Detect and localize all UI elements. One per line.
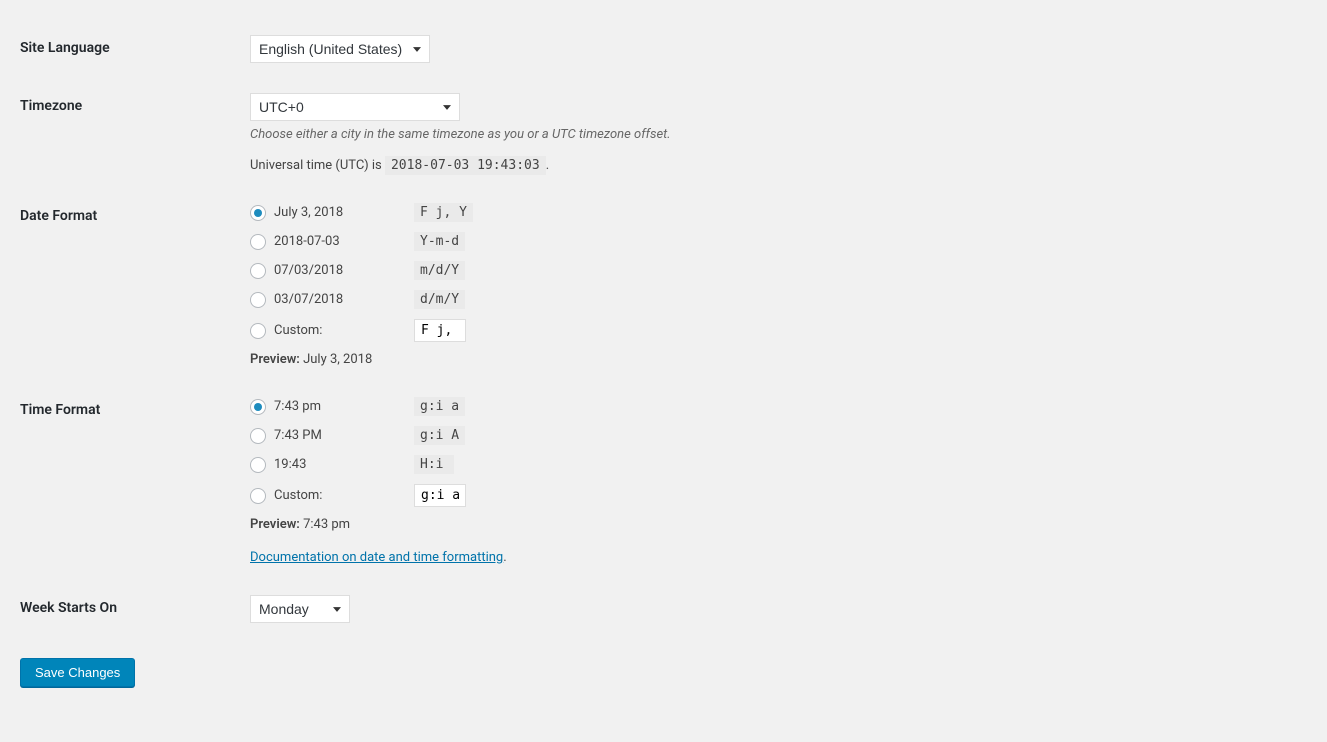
date-format-radio-1[interactable] <box>250 234 266 250</box>
site-language-label: Site Language <box>20 20 240 78</box>
date-format-code-3: d/m/Y <box>414 290 465 309</box>
time-format-code-0: g:i a <box>414 397 465 416</box>
time-format-example-0: 7:43 pm <box>274 399 414 414</box>
date-format-option-custom[interactable]: Custom: <box>250 319 1297 342</box>
save-changes-button[interactable]: Save Changes <box>20 658 135 687</box>
date-format-radio-custom[interactable] <box>250 323 266 339</box>
date-format-code-0: F j, Y <box>414 203 473 222</box>
week-starts-label: Week Starts On <box>20 580 240 638</box>
date-format-code-1: Y-m-d <box>414 232 465 251</box>
time-format-custom-label: Custom: <box>274 488 414 503</box>
settings-form-table: Site Language English (United States) Ti… <box>20 20 1307 638</box>
week-starts-select[interactable]: Monday <box>250 595 350 623</box>
date-format-label: Date Format <box>20 188 240 382</box>
time-format-radio-1[interactable] <box>250 428 266 444</box>
date-format-example-0: July 3, 2018 <box>274 205 414 220</box>
time-format-custom-input[interactable] <box>414 484 466 507</box>
utc-time-code: 2018-07-03 19:43:03 <box>385 156 546 175</box>
time-format-example-2: 19:43 <box>274 457 414 472</box>
time-format-code-2: H:i <box>414 455 454 474</box>
site-language-select[interactable]: English (United States) <box>250 35 430 63</box>
time-format-radio-0[interactable] <box>250 399 266 415</box>
time-format-option-1[interactable]: 7:43 PM g:i A <box>250 426 1297 445</box>
time-format-option-custom[interactable]: Custom: <box>250 484 1297 507</box>
date-format-custom-input[interactable] <box>414 319 466 342</box>
timezone-select[interactable]: UTC+0 <box>250 93 460 121</box>
date-format-code-2: m/d/Y <box>414 261 465 280</box>
time-format-option-2[interactable]: 19:43 H:i <box>250 455 1297 474</box>
submit-row: Save Changes <box>20 658 1307 687</box>
date-format-radio-3[interactable] <box>250 292 266 308</box>
time-format-option-0[interactable]: 7:43 pm g:i a <box>250 397 1297 416</box>
time-format-example-1: 7:43 PM <box>274 428 414 443</box>
time-format-radio-2[interactable] <box>250 457 266 473</box>
date-format-example-3: 03/07/2018 <box>274 292 414 307</box>
date-format-option-3[interactable]: 03/07/2018 d/m/Y <box>250 290 1297 309</box>
date-format-option-2[interactable]: 07/03/2018 m/d/Y <box>250 261 1297 280</box>
date-format-option-0[interactable]: July 3, 2018 F j, Y <box>250 203 1297 222</box>
date-format-preview: Preview: July 3, 2018 <box>250 352 1297 367</box>
time-format-code-1: g:i A <box>414 426 465 445</box>
timezone-description: Choose either a city in the same timezon… <box>250 127 1297 142</box>
time-format-label: Time Format <box>20 382 240 580</box>
timezone-label: Timezone <box>20 78 240 188</box>
date-format-custom-label: Custom: <box>274 323 414 338</box>
utc-time-line: Universal time (UTC) is 2018-07-03 19:43… <box>250 158 1297 173</box>
date-format-option-1[interactable]: 2018-07-03 Y-m-d <box>250 232 1297 251</box>
time-format-preview: Preview: 7:43 pm <box>250 517 1297 532</box>
date-format-example-2: 07/03/2018 <box>274 263 414 278</box>
date-format-radio-0[interactable] <box>250 205 266 221</box>
date-format-example-1: 2018-07-03 <box>274 234 414 249</box>
time-format-radio-custom[interactable] <box>250 488 266 504</box>
date-time-doc-link[interactable]: Documentation on date and time formattin… <box>250 550 503 565</box>
date-format-radio-2[interactable] <box>250 263 266 279</box>
